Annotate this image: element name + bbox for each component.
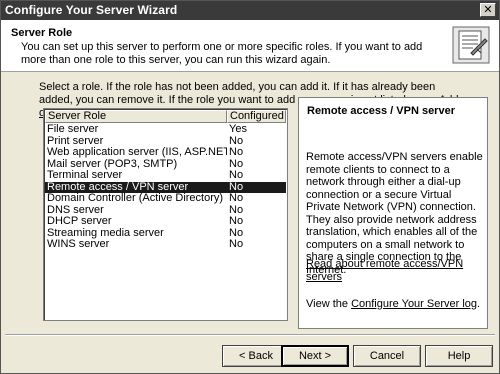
view-log-text: View the Configure Your Server log. — [306, 298, 484, 311]
close-icon: ✕ — [483, 4, 493, 16]
list-row[interactable]: Domain Controller (Active Directory) No — [45, 192, 286, 205]
wizard-header: Server Role You can set up this server t… — [1, 20, 499, 72]
list-row-selected[interactable]: Remote access / VPN server No — [45, 181, 286, 193]
close-button[interactable]: ✕ — [480, 3, 496, 17]
role-configured: No — [229, 169, 244, 181]
list-row[interactable]: Terminal server No — [45, 169, 286, 182]
role-name: Print server — [47, 135, 104, 147]
role-name: Web application server (IIS, ASP.NET) — [47, 147, 227, 158]
back-button[interactable]: < Back — [222, 345, 290, 367]
title-bar[interactable]: Configure Your Server Wizard ✕ — [1, 1, 499, 20]
list-header: Server Role Configured — [45, 110, 286, 123]
list-row[interactable]: WINS server No — [45, 238, 286, 251]
role-name: Remote access / VPN server — [47, 181, 189, 193]
role-name: File server — [47, 124, 99, 135]
log-prefix: View the — [306, 298, 352, 310]
role-name: Terminal server — [47, 170, 123, 181]
list-row[interactable]: Streaming media server No — [45, 227, 286, 240]
server-role-list[interactable]: Server Role Configured File server Yes Pr… — [43, 108, 288, 321]
read-about-role-link[interactable]: Read about remote access/VPN servers — [306, 258, 463, 283]
role-configured: Yes — [229, 123, 247, 135]
footer-divider — [5, 334, 495, 336]
server-wizard-icon — [452, 26, 490, 64]
role-configured: No — [229, 215, 244, 227]
column-header-server-role[interactable]: Server Role — [45, 110, 227, 123]
read-about-link-container: Read about remote access/VPN servers — [306, 258, 484, 283]
role-name: Mail server (POP3, SMTP) — [47, 158, 178, 170]
role-name: WINS server — [47, 239, 110, 250]
role-configured: No — [229, 146, 244, 158]
role-configured: No — [229, 192, 244, 204]
next-button[interactable]: Next > — [281, 345, 349, 367]
list-row[interactable]: DHCP server No — [45, 215, 286, 228]
log-suffix: . — [477, 298, 481, 310]
role-configured: No — [229, 238, 244, 250]
window-title: Configure Your Server Wizard — [5, 3, 178, 17]
list-row[interactable]: DNS server No — [45, 204, 286, 217]
list-row[interactable]: File server Yes — [45, 123, 286, 136]
server-log-link[interactable]: Configure Your Server log — [351, 298, 477, 310]
role-name: DNS server — [47, 204, 104, 216]
role-name: Domain Controller (Active Directory) — [47, 193, 224, 204]
wizard-window: Configure Your Server Wizard ✕ Server Ro… — [0, 0, 500, 374]
page-description: You can set up this server to perform on… — [21, 41, 423, 66]
list-row[interactable]: Mail server (POP3, SMTP) No — [45, 158, 286, 171]
list-row[interactable]: Web application server (IIS, ASP.NET) No — [45, 146, 286, 159]
role-name: DHCP server — [47, 216, 112, 227]
list-rows: File server Yes Print server No Web applic… — [45, 123, 286, 251]
detail-title: Remote access / VPN server — [307, 105, 455, 117]
role-name: Streaming media server — [47, 227, 164, 239]
cancel-button[interactable]: Cancel — [353, 345, 421, 367]
help-button[interactable]: Help — [425, 345, 493, 367]
role-detail-panel: Remote access / VPN server Remote access… — [298, 97, 488, 329]
column-header-configured[interactable]: Configured — [227, 110, 286, 123]
list-row[interactable]: Print server No — [45, 135, 286, 148]
page-title: Server Role — [11, 27, 73, 39]
